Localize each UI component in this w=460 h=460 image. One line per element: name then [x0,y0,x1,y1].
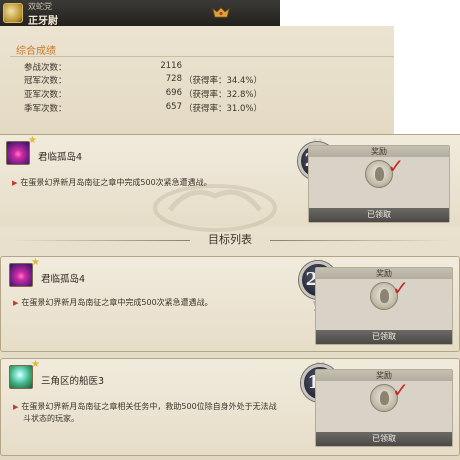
stats-section-title: 综合成绩 [16,46,56,57]
reward-label: 奖励 [309,146,449,157]
watermark-logo [153,184,277,232]
achievement-description: ▶ 在蛋景幻界新月岛南征之章相关任务中，救助500位除自身外处于无法战 斗状态的玩… [13,401,303,425]
panel-gap [280,0,394,26]
stat-value: 2116 [160,61,182,71]
divider [10,56,394,57]
star-icon: ★ [31,257,40,268]
bullet-icon: ▶ [13,299,19,307]
target-list-item[interactable]: ★ 三角区的船医3 ▶ 在蛋景幻界新月岛南征之章相关任务中，救助500位除自身外处… [0,358,460,456]
stat-label: 参战次数： [24,63,67,73]
target-list-item[interactable]: ★ 君临孤岛4 ▶在蛋景幻界新月岛南征之章中完成500次紧急遭遇战。 ★★ 20… [0,256,460,352]
reward-label: 奖励 [316,370,452,381]
guild-name: 双蛇党 [28,2,52,11]
description-text: 在蛋景幻界新月岛南征之章相关任务中，救助500位除自身外处于无法战 [21,402,277,411]
purple-crystal-icon [6,141,30,165]
bullet-icon: ▶ [13,403,19,411]
stat-row-participations: 参战次数： 2116 [24,61,264,73]
claim-button[interactable]: 已领取 [316,330,452,344]
stat-rate: （获得率：31.0%） [184,104,263,114]
description-text: 斗状态的玩家。 [23,414,79,423]
stat-row-first-place: 冠军次数： 728 （获得率：34.4%） [24,74,264,86]
star-icon: ★ [31,359,40,370]
claimed-check-icon: ✓ [387,154,405,178]
achievement-description: ▶ 在蛋景幻界新月岛南征之章中完成500次紧急遭遇战。 [13,297,213,309]
reward-label: 奖励 [316,268,452,279]
stat-label: 冠军次数： [24,76,67,86]
star-icon: ★ [28,135,37,146]
stat-value: 728 [165,74,182,84]
stat-value: 696 [165,88,182,98]
claimed-check-icon: ✓ [392,378,409,402]
claim-button[interactable]: 已领取 [316,432,452,446]
player-title: 正牙尉 [28,16,58,27]
stat-row-second-place: 亚军次数： 696 （获得率：32.8%） [24,88,264,100]
purple-crystal-icon [9,263,33,287]
achievement-title: 三角区的船医3 [41,376,105,387]
green-crystal-icon [9,365,33,389]
stat-rate: （获得率：34.4%） [184,76,263,86]
player-header: 双蛇党 正牙尉 [0,0,280,27]
divider [270,240,450,241]
claim-button[interactable]: 已领取 [309,208,449,222]
description-text: 在蛋景幻界新月岛南征之章中完成500次紧急遭遇战。 [21,298,213,307]
claimed-check-icon: ✓ [392,276,409,300]
bullet-icon: ▶ [12,179,18,187]
stat-label: 亚军次数： [24,90,67,100]
stat-row-third-place: 季军次数： 657 （获得率：31.0%） [24,102,264,114]
reward-box: 奖励 ✓ 已领取 [315,267,453,345]
rank-insignia-icon [212,7,230,18]
stat-rate: （获得率：32.8%） [184,90,263,100]
reward-box: 奖励 ✓ 已领取 [308,145,450,223]
achievement-title: 君临孤岛4 [41,274,86,285]
stats-panel: 双蛇党 正牙尉 综合成绩 参战次数： 2116 冠军次数： 728 （获得率：3… [0,0,394,134]
achievement-title: 君临孤岛4 [38,152,83,163]
reward-box: 奖励 ✓ 已领取 [315,369,453,447]
guild-emblem-icon [3,3,23,23]
stat-value: 657 [165,102,182,112]
stat-label: 季军次数： [24,104,67,114]
